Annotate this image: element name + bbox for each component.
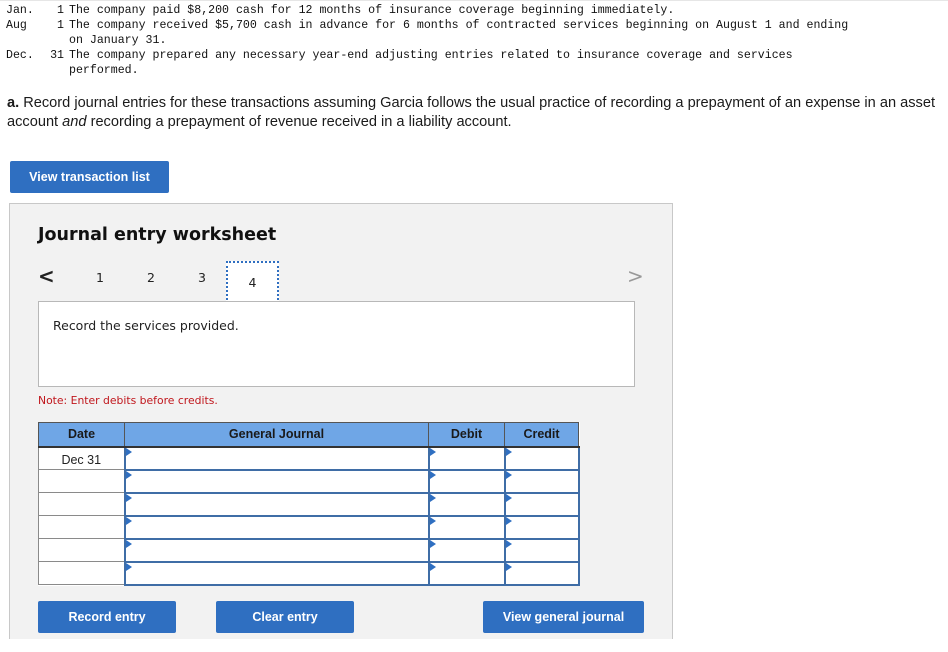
- page-tab-4-active[interactable]: 4: [226, 261, 279, 304]
- date-cell: [38, 561, 125, 585]
- table-row: [38, 537, 580, 563]
- header-credit: Credit: [504, 422, 579, 448]
- header-debit: Debit: [428, 422, 505, 448]
- table-row: Dec 31: [38, 445, 580, 471]
- worksheet-title: Journal entry worksheet: [38, 225, 277, 245]
- part-label: a.: [7, 95, 20, 111]
- account-input[interactable]: [123, 560, 430, 586]
- page-tab-1[interactable]: 1: [96, 270, 104, 285]
- date-cell: Dec 31: [38, 446, 125, 470]
- problem-line: Dec. 31 The company prepared any necessary…: [6, 48, 848, 63]
- line-text: The company paid $8,200 cash for 12 mont…: [69, 4, 675, 17]
- next-arrow-icon[interactable]: >: [627, 264, 644, 288]
- table-row: [38, 514, 580, 540]
- view-transaction-list-button[interactable]: View transaction list: [10, 161, 169, 193]
- table-row: [38, 468, 580, 494]
- line-day: [48, 33, 64, 48]
- table-header-row: Date General Journal Debit Credit: [38, 422, 579, 448]
- credit-input[interactable]: [503, 491, 580, 517]
- debit-input[interactable]: [427, 445, 506, 471]
- line-day: 1: [57, 4, 64, 17]
- table-row: [38, 560, 580, 586]
- problem-line: Jan. 1 The company paid $8,200 cash for 12…: [6, 3, 848, 18]
- account-input[interactable]: [123, 537, 430, 563]
- credit-input[interactable]: [503, 537, 580, 563]
- problem-statement: Jan. 1 The company paid $8,200 cash for 12…: [6, 3, 848, 78]
- line-text: The company received $5,700 cash in adva…: [69, 19, 849, 32]
- page-tab-3[interactable]: 3: [198, 270, 206, 285]
- line-text: performed.: [69, 64, 139, 77]
- view-general-journal-button[interactable]: View general journal: [483, 601, 644, 633]
- record-entry-button[interactable]: Record entry: [38, 601, 176, 633]
- line-month: [6, 63, 48, 78]
- line-day: 31: [50, 49, 64, 62]
- line-text: on January 31.: [69, 34, 167, 47]
- debit-input[interactable]: [427, 514, 506, 540]
- account-input[interactable]: [123, 445, 430, 471]
- account-input[interactable]: [123, 491, 430, 517]
- line-day: 1: [57, 19, 64, 32]
- credit-input[interactable]: [503, 514, 580, 540]
- credit-input[interactable]: [503, 445, 580, 471]
- header-general-journal: General Journal: [124, 422, 429, 448]
- credit-input[interactable]: [503, 560, 580, 586]
- date-cell: [38, 538, 125, 562]
- account-input[interactable]: [123, 468, 430, 494]
- entry-description-box: Record the services provided.: [38, 301, 635, 387]
- entry-description: Record the services provided.: [53, 318, 239, 333]
- previous-arrow-icon[interactable]: <: [38, 264, 55, 288]
- page-tab-2[interactable]: 2: [147, 270, 155, 285]
- line-month: Dec.: [6, 49, 34, 62]
- header-date: Date: [38, 422, 125, 448]
- clear-entry-button[interactable]: Clear entry: [216, 601, 354, 633]
- debit-input[interactable]: [427, 468, 506, 494]
- date-cell: [38, 492, 125, 516]
- line-day: [48, 63, 64, 78]
- account-input[interactable]: [123, 514, 430, 540]
- top-divider: [0, 0, 948, 1]
- debit-input[interactable]: [427, 537, 506, 563]
- credit-input[interactable]: [503, 468, 580, 494]
- table-row: [38, 491, 580, 517]
- instruction-emphasis: and: [62, 113, 87, 130]
- line-text: The company prepared any necessary year-…: [69, 49, 793, 62]
- line-month: Jan.: [6, 4, 34, 17]
- journal-entry-worksheet: Journal entry worksheet < 1 2 3 4 > Reco…: [9, 203, 673, 639]
- date-cell: [38, 515, 125, 539]
- line-month: Aug: [6, 19, 27, 32]
- instruction-text: a. Record journal entries for these tran…: [7, 94, 947, 131]
- date-cell: [38, 469, 125, 493]
- problem-line: Aug 1 The company received $5,700 cash in …: [6, 18, 848, 33]
- debit-credit-note: Note: Enter debits before credits.: [38, 394, 218, 407]
- instruction-part2: recording a prepayment of revenue receiv…: [86, 113, 512, 130]
- journal-table: Date General Journal Debit Credit Dec 31: [38, 422, 580, 586]
- debit-input[interactable]: [427, 560, 506, 586]
- problem-line: performed.: [6, 63, 848, 78]
- problem-line: on January 31.: [6, 33, 848, 48]
- debit-input[interactable]: [427, 491, 506, 517]
- line-month: [6, 33, 48, 48]
